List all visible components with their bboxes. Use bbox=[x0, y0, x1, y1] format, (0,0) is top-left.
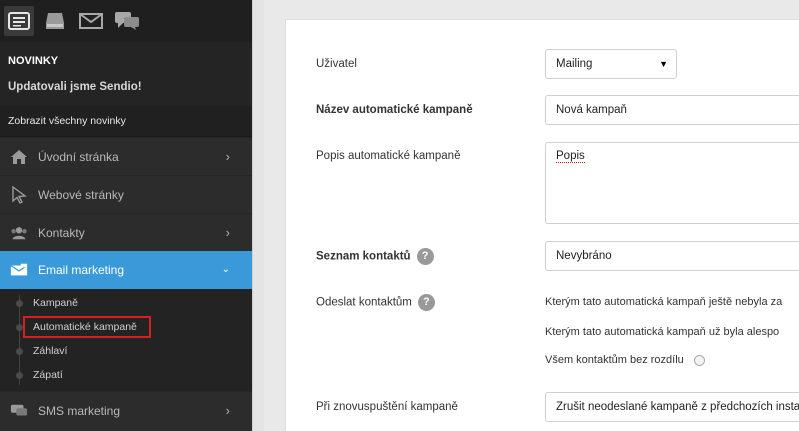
chevron-right-icon: › bbox=[225, 149, 230, 164]
newspaper-icon[interactable] bbox=[4, 6, 34, 36]
send-option-already-sent[interactable]: Kterým tato automatická kampaň už byla a… bbox=[545, 326, 779, 338]
email-marketing-submenu: Kampaně Automatické kampaně Záhlaví Zápa… bbox=[0, 289, 252, 391]
sidebar-item-label: Úvodní stránka bbox=[38, 149, 119, 164]
chevron-right-icon: › bbox=[225, 225, 230, 240]
main-nav: Úvodní stránka › Webové stránky Kontakty… bbox=[0, 137, 252, 429]
sidebar-item-label: Webové stránky bbox=[38, 187, 124, 202]
submenu-item-footer[interactable]: Zápatí bbox=[0, 363, 252, 387]
send-to-label: Odeslat kontaktům? bbox=[316, 294, 435, 311]
submenu-item-campaigns[interactable]: Kampaně bbox=[0, 291, 252, 315]
sidebar-item-home[interactable]: Úvodní stránka › bbox=[0, 137, 252, 175]
inbox-icon[interactable] bbox=[40, 6, 70, 36]
email-marketing-icon bbox=[10, 261, 28, 279]
contact-list-label-text: Seznam kontaktů bbox=[316, 250, 411, 263]
restart-label: Při znovuspuštění kampaně bbox=[316, 401, 458, 413]
contact-list-select[interactable]: Nevybráno bbox=[545, 241, 799, 271]
sidebar-item-label: Kontakty bbox=[38, 225, 85, 240]
sidebar-splitter[interactable] bbox=[252, 0, 264, 431]
sidebar-item-label: Email marketing bbox=[38, 263, 125, 277]
bullet-dot bbox=[16, 300, 23, 307]
show-all-news-link[interactable]: Zobrazit všechny novinky bbox=[0, 106, 252, 136]
user-select-value: Mailing bbox=[556, 58, 593, 70]
news-title[interactable]: Updatovali jsme Sendio! bbox=[0, 70, 252, 106]
main-content: Uživatel Mailing ▼ Název automatické kam… bbox=[264, 0, 799, 431]
campaign-description-textarea[interactable]: Popis bbox=[545, 142, 799, 224]
restart-select[interactable]: Zrušit neodeslané kampaně z předchozích … bbox=[545, 392, 799, 422]
bullet-dot bbox=[16, 372, 23, 379]
sidebar-item-email-marketing[interactable]: Email marketing ⌄ bbox=[0, 251, 252, 289]
sms-icon bbox=[10, 402, 28, 420]
sidebar-item-label: SMS marketing bbox=[38, 403, 121, 418]
cursor-icon bbox=[10, 185, 28, 204]
highlight-box bbox=[23, 316, 151, 338]
submenu-item-label: Kampaně bbox=[33, 297, 78, 309]
caret-down-icon: ▼ bbox=[659, 59, 668, 69]
campaign-name-label: Název automatické kampaně bbox=[316, 104, 473, 116]
sidebar-item-websites[interactable]: Webové stránky bbox=[0, 175, 252, 213]
help-icon[interactable]: ? bbox=[417, 294, 435, 311]
help-icon[interactable]: ? bbox=[416, 248, 434, 265]
contacts-icon bbox=[10, 224, 28, 242]
radio-button[interactable] bbox=[693, 354, 705, 366]
sidebar-item-contacts[interactable]: Kontakty › bbox=[0, 213, 252, 251]
user-label: Uživatel bbox=[316, 58, 357, 70]
user-select[interactable]: Mailing ▼ bbox=[545, 49, 677, 79]
submenu-item-label: Záhlaví bbox=[33, 345, 68, 357]
send-option-all[interactable]: Všem kontaktům bez rozdílu bbox=[545, 354, 705, 366]
contact-list-label: Seznam kontaktů? bbox=[316, 248, 434, 265]
top-icon-bar bbox=[0, 0, 252, 42]
submenu-item-header[interactable]: Záhlaví bbox=[0, 339, 252, 363]
send-option-all-label: Všem kontaktům bez rozdílu bbox=[545, 354, 684, 366]
chevron-down-icon: ⌄ bbox=[221, 264, 230, 275]
restart-value: Zrušit neodeslané kampaně z předchozích … bbox=[556, 401, 799, 413]
send-to-label-text: Odeslat kontaktům bbox=[316, 296, 412, 309]
submenu-item-automatic-campaigns[interactable]: Automatické kampaně bbox=[0, 315, 252, 339]
campaign-name-input[interactable]: Nová kampaň bbox=[545, 95, 799, 125]
chat-bubbles-icon[interactable] bbox=[112, 6, 142, 36]
campaign-description-label: Popis automatické kampaně bbox=[316, 150, 461, 162]
campaign-name-value: Nová kampaň bbox=[556, 104, 627, 116]
contact-list-value: Nevybráno bbox=[556, 250, 612, 262]
bullet-dot bbox=[16, 324, 23, 331]
envelope-icon[interactable] bbox=[76, 6, 106, 36]
sidebar: NOVINKY Updatovali jsme Sendio! Zobrazit… bbox=[0, 0, 252, 431]
sidebar-item-sms-marketing[interactable]: SMS marketing › bbox=[0, 391, 252, 429]
news-heading: NOVINKY bbox=[8, 55, 59, 67]
bullet-dot bbox=[16, 348, 23, 355]
news-panel: NOVINKY Updatovali jsme Sendio! Zobrazit… bbox=[0, 42, 252, 137]
submenu-item-label: Zápatí bbox=[33, 369, 63, 381]
home-icon bbox=[10, 148, 28, 166]
campaign-description-value: Popis bbox=[556, 150, 585, 163]
chevron-right-icon: › bbox=[225, 403, 230, 418]
send-option-not-sent[interactable]: Kterým tato automatická kampaň ještě neb… bbox=[545, 296, 782, 308]
campaign-form-panel: Uživatel Mailing ▼ Název automatické kam… bbox=[285, 19, 799, 431]
